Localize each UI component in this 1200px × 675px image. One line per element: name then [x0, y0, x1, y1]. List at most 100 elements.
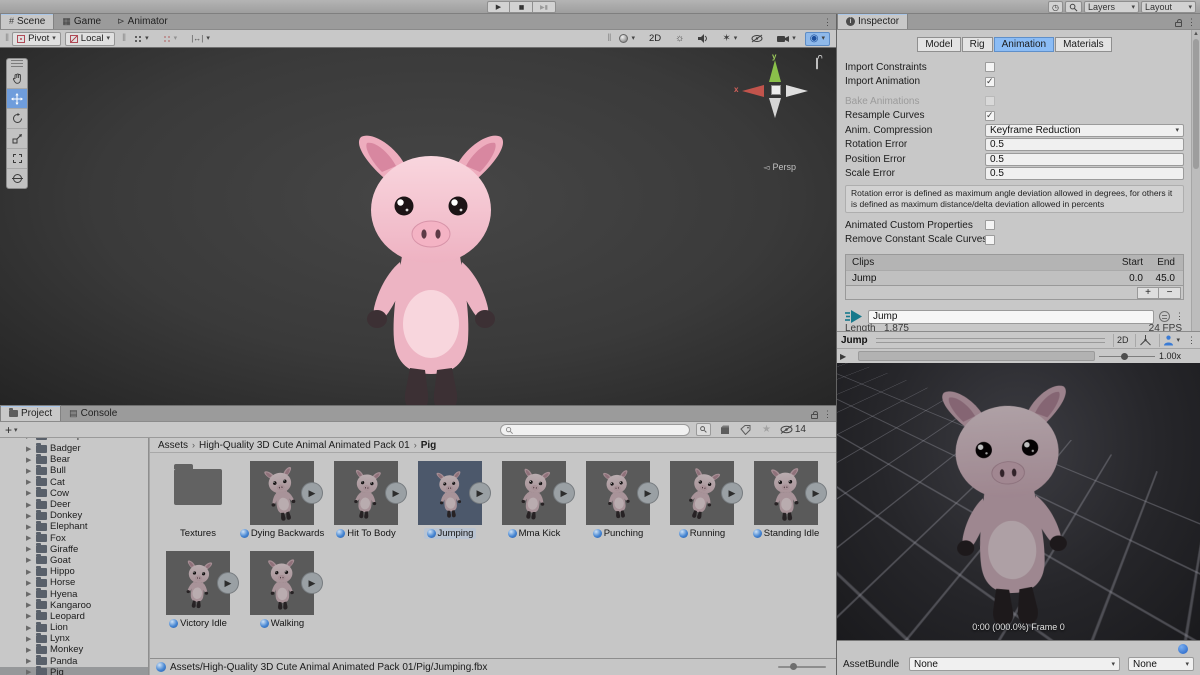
- play-button[interactable]: ▶: [487, 1, 510, 13]
- expand-arrow-icon[interactable]: ▶: [26, 534, 33, 542]
- inspector-mode-tab[interactable]: Materials: [1055, 37, 1112, 52]
- kebab-menu-icon[interactable]: ⋮: [1187, 17, 1196, 28]
- panel-tab[interactable]: Scene: [0, 13, 55, 29]
- tree-item[interactable]: ▶ Hippo: [0, 565, 148, 577]
- panel-tab[interactable]: Console: [61, 405, 125, 421]
- preview-2d-button[interactable]: 2D: [1112, 333, 1132, 347]
- play-preview-badge[interactable]: ▶: [302, 483, 322, 503]
- asset-thumbnail[interactable]: ▶: [166, 461, 230, 525]
- layout-dropdown[interactable]: Layout ▾: [1141, 1, 1196, 13]
- gizmo-center-cube[interactable]: [771, 85, 781, 95]
- audio-toggle-button[interactable]: [693, 32, 713, 46]
- play-preview-badge[interactable]: ▶: [386, 483, 406, 503]
- tab-inspector[interactable]: i Inspector: [837, 13, 909, 29]
- play-preview-badge[interactable]: ▶: [470, 483, 490, 503]
- expand-arrow-icon[interactable]: ▶: [26, 489, 33, 497]
- preview-resize-handle[interactable]: [875, 337, 1105, 343]
- preview-header[interactable]: Jump 2D ▾ ⋮: [837, 331, 1200, 349]
- play-preview-badge[interactable]: ▶: [722, 483, 742, 503]
- breadcrumb-segment[interactable]: Pig ›: [421, 440, 437, 451]
- expand-arrow-icon[interactable]: ▶: [26, 646, 33, 654]
- expand-arrow-icon[interactable]: ▶: [26, 579, 33, 587]
- tree-item[interactable]: ▶ Cow: [0, 487, 148, 499]
- grid-snap-button[interactable]: ▾: [158, 32, 183, 46]
- clip-row[interactable]: Jump 0.0 45.0: [846, 270, 1183, 286]
- pause-button[interactable]: ▮▮: [510, 1, 533, 13]
- scroll-up-arrow[interactable]: ▲: [1193, 31, 1199, 37]
- panel-tab[interactable]: Animator: [109, 13, 176, 29]
- asset-item[interactable]: ▶ Textures: [156, 461, 240, 539]
- asset-item[interactable]: ▶ Dying Backwards: [239, 461, 324, 539]
- preset-icon[interactable]: [1159, 311, 1170, 323]
- checkbox[interactable]: [985, 96, 995, 107]
- effects-toggle-button[interactable]: ✶ ▾: [717, 32, 742, 46]
- rect-tool-button[interactable]: [7, 148, 27, 168]
- kebab-menu-icon[interactable]: ⋮: [823, 409, 832, 420]
- kebab-menu-icon[interactable]: ⋮: [1187, 335, 1196, 346]
- tree-item[interactable]: ▶ Bear: [0, 453, 148, 465]
- tree-item[interactable]: ▶ Elephant: [0, 520, 148, 532]
- animation-preview-viewport[interactable]: 0:00 (000.0%) Frame 0: [837, 363, 1200, 640]
- tree-item[interactable]: ▶ Donkey: [0, 509, 148, 521]
- slider-handle[interactable]: [1121, 352, 1128, 360]
- asset-thumbnail[interactable]: ▶: [250, 461, 322, 525]
- expand-arrow-icon[interactable]: ▶: [26, 590, 33, 598]
- breadcrumb-segment[interactable]: Assets ›: [158, 440, 195, 451]
- tree-item[interactable]: ▶ Hyena: [0, 588, 148, 600]
- preview-scrub-bar[interactable]: [858, 351, 1095, 361]
- asset-item[interactable]: ▶ Victory Idle: [156, 551, 240, 629]
- search-by-label-button[interactable]: [738, 423, 753, 436]
- expand-arrow-icon[interactable]: ▶: [26, 624, 33, 632]
- inspector-mode-tab[interactable]: Model: [917, 37, 961, 52]
- tools-grip[interactable]: [7, 59, 27, 68]
- expand-arrow-icon[interactable]: ▶: [26, 568, 33, 576]
- expand-arrow-icon[interactable]: ▶: [26, 478, 33, 486]
- kebab-menu-icon[interactable]: ⋮: [823, 17, 832, 28]
- gizmo-x-axis[interactable]: [742, 85, 764, 97]
- projection-toggle[interactable]: ◅ Persp: [763, 162, 796, 172]
- expand-arrow-icon[interactable]: ▶: [26, 601, 33, 609]
- move-tool-button[interactable]: [7, 88, 27, 108]
- asset-thumbnail[interactable]: ▶: [754, 461, 826, 525]
- hand-tool-button[interactable]: [7, 68, 27, 88]
- asset-item[interactable]: ▶ Jumping: [408, 461, 492, 539]
- text-field[interactable]: 0.5: [985, 152, 1184, 166]
- rotate-tool-button[interactable]: [7, 108, 27, 128]
- inspector-mode-tab[interactable]: Animation: [993, 37, 1055, 52]
- tree-item[interactable]: ▶ Deer: [0, 498, 148, 510]
- text-field[interactable]: 0.5: [985, 167, 1184, 181]
- draw-mode-button[interactable]: ▾: [614, 32, 640, 46]
- search-by-type-button[interactable]: [717, 423, 732, 436]
- gizmo-down-axis[interactable]: [769, 98, 781, 118]
- scale-tool-button[interactable]: [7, 128, 27, 148]
- play-preview-badge[interactable]: ▶: [806, 483, 826, 503]
- checkbox[interactable]: [985, 110, 995, 121]
- text-field[interactable]: 0.5: [985, 138, 1184, 152]
- asset-thumbnail[interactable]: ▶: [502, 461, 574, 525]
- tree-item[interactable]: ▶ Monkey: [0, 643, 148, 655]
- expand-arrow-icon[interactable]: ▶: [26, 668, 33, 675]
- play-preview-badge[interactable]: ▶: [638, 483, 658, 503]
- asset-item[interactable]: ▶ Mma Kick: [492, 461, 576, 539]
- tree-item[interactable]: ▶ Panda: [0, 655, 148, 667]
- checkbox[interactable]: [985, 62, 995, 73]
- tree-item[interactable]: ▶ Leopard: [0, 610, 148, 622]
- step-button[interactable]: ▶▮: [533, 1, 556, 13]
- tree-item[interactable]: ▶ Goat: [0, 554, 148, 566]
- hidden-items-toggle[interactable]: 14: [780, 424, 806, 435]
- asset-item[interactable]: ▶ Punching: [576, 461, 660, 539]
- tree-item[interactable]: ▶ Cat: [0, 476, 148, 488]
- tree-item[interactable]: ▶ Badger: [0, 442, 148, 454]
- transform-tool-button[interactable]: [7, 168, 27, 188]
- scrollbar-thumb[interactable]: [1193, 39, 1199, 169]
- asset-thumbnail[interactable]: ▶: [250, 551, 322, 615]
- tree-item[interactable]: ▶ Kangaroo: [0, 599, 148, 611]
- 2d-toggle-button[interactable]: 2D: [644, 32, 666, 46]
- asset-thumbnail[interactable]: ▶: [334, 461, 406, 525]
- gizmo-z-axis[interactable]: [786, 85, 808, 97]
- lighting-toggle-button[interactable]: ☼: [670, 32, 689, 46]
- slider-handle[interactable]: [790, 663, 797, 670]
- play-preview-badge[interactable]: ▶: [302, 573, 322, 593]
- pivot-mode-button[interactable]: Pivot ▾: [12, 31, 61, 46]
- layers-dropdown[interactable]: Layers ▾: [1084, 1, 1139, 13]
